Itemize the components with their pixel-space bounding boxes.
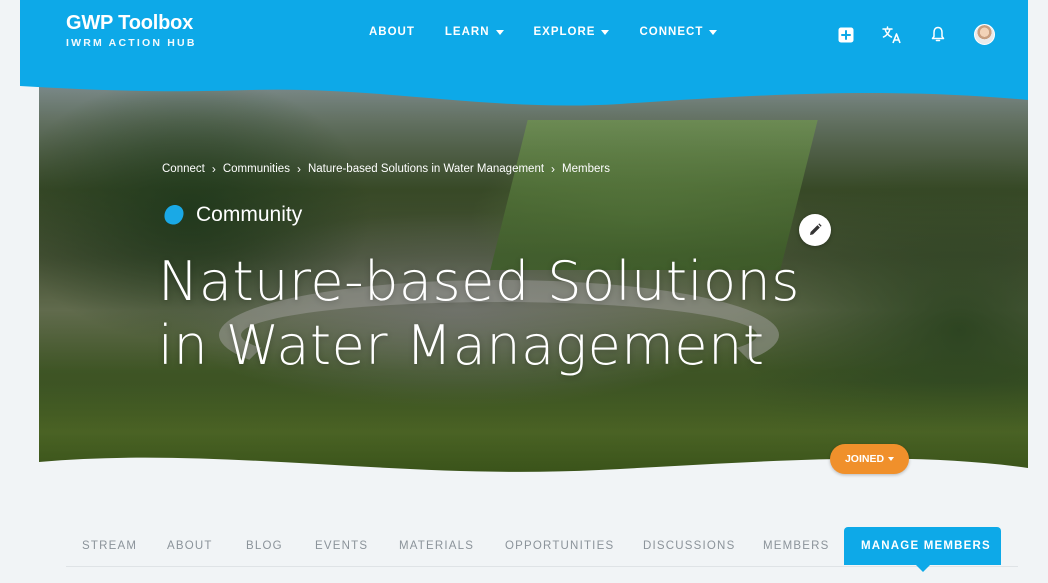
- breadcrumb-separator: ›: [551, 162, 556, 176]
- main-nav: ABOUT LEARN EXPLORE CONNECT: [369, 26, 718, 38]
- nav-connect[interactable]: CONNECT: [639, 26, 718, 38]
- tab-discussions[interactable]: DISCUSSIONS: [623, 527, 743, 565]
- breadcrumb-community[interactable]: Nature-based Solutions in Water Manageme…: [308, 163, 544, 175]
- nav-learn[interactable]: LEARN: [445, 26, 504, 38]
- brand-title: GWP Toolbox: [66, 12, 194, 34]
- tab-members[interactable]: MEMBERS: [743, 527, 844, 565]
- tab-about[interactable]: ABOUT: [148, 527, 226, 565]
- tab-materials[interactable]: MATERIALS: [379, 527, 485, 565]
- nav-label: CONNECT: [639, 26, 704, 38]
- breadcrumb-separator: ›: [211, 162, 216, 176]
- tab-label: OPPORTUNITIES: [505, 540, 615, 552]
- translate-button[interactable]: [882, 25, 902, 45]
- bell-icon: [931, 26, 945, 42]
- site-header: GWP Toolbox IWRM ACTION HUB ABOUT LEARN …: [20, 0, 1028, 115]
- breadcrumb: Connect › Communities › Nature-based Sol…: [162, 162, 610, 176]
- tab-label: ABOUT: [167, 540, 213, 552]
- tab-label: MANAGE MEMBERS: [861, 540, 991, 552]
- caret-down-icon: [495, 29, 504, 35]
- hero-walkway: [219, 280, 779, 390]
- nav-label: EXPLORE: [533, 26, 596, 38]
- tab-opportunities[interactable]: OPPORTUNITIES: [485, 527, 623, 565]
- tab-label: EVENTS: [315, 540, 369, 552]
- brand-subtitle: IWRM ACTION HUB: [66, 37, 197, 49]
- tab-manage-members[interactable]: MANAGE MEMBERS: [844, 527, 1001, 572]
- caret-down-icon: [888, 457, 895, 461]
- add-button[interactable]: [836, 25, 856, 45]
- community-tabs: STREAM ABOUT BLOG EVENTS MATERIALS OPPOR…: [66, 527, 1018, 572]
- avatar[interactable]: [974, 24, 995, 45]
- tab-blog[interactable]: BLOG: [226, 527, 295, 565]
- nav-label: LEARN: [444, 26, 490, 38]
- nav-about[interactable]: ABOUT: [369, 26, 415, 38]
- breadcrumb-connect[interactable]: Connect: [162, 163, 205, 175]
- tab-label: DISCUSSIONS: [643, 540, 736, 552]
- nav-explore[interactable]: EXPLORE: [534, 26, 610, 38]
- brand-logo[interactable]: GWP Toolbox IWRM ACTION HUB: [66, 12, 197, 49]
- joined-label: JOINED: [844, 453, 885, 465]
- hero-image: [39, 60, 1028, 492]
- translate-icon: [882, 25, 901, 43]
- tab-label: MATERIALS: [399, 540, 475, 552]
- breadcrumb-separator: ›: [296, 162, 301, 176]
- hero-roof-garden: [490, 120, 818, 270]
- pencil-icon: [810, 223, 822, 235]
- breadcrumb-communities[interactable]: Communities: [223, 163, 290, 175]
- header-actions: [836, 24, 995, 45]
- nav-label: ABOUT: [369, 26, 415, 38]
- tab-events[interactable]: EVENTS: [295, 527, 379, 565]
- notifications-button[interactable]: [928, 25, 948, 45]
- add-icon: [838, 27, 854, 42]
- breadcrumb-members[interactable]: Members: [562, 163, 610, 175]
- edit-button[interactable]: [799, 214, 831, 246]
- tab-label: BLOG: [246, 540, 283, 552]
- caret-down-icon: [709, 29, 718, 35]
- tab-stream[interactable]: STREAM: [66, 527, 148, 565]
- joined-button[interactable]: JOINED: [830, 444, 909, 474]
- tab-label: MEMBERS: [763, 540, 830, 552]
- caret-down-icon: [601, 29, 610, 35]
- tab-label: STREAM: [82, 540, 138, 552]
